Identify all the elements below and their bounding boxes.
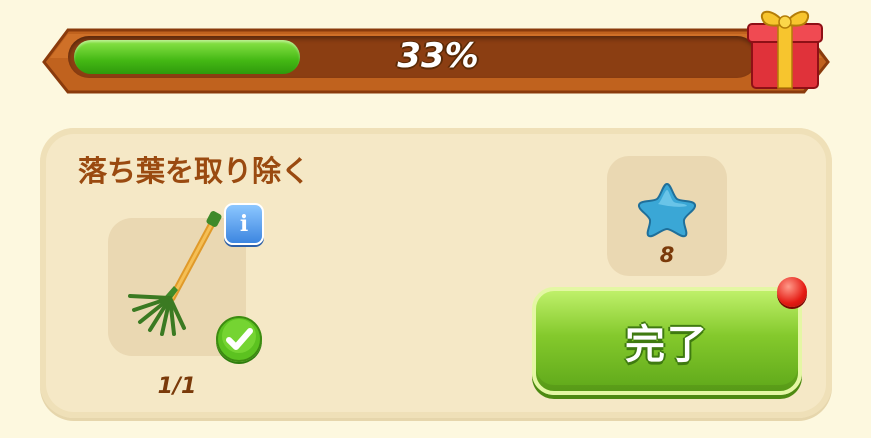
progress-percent: 33% bbox=[397, 36, 479, 76]
blue-star-icon bbox=[638, 182, 696, 238]
notification-dot bbox=[777, 277, 807, 307]
checkmark-icon bbox=[216, 316, 262, 362]
info-button[interactable]: i bbox=[224, 203, 264, 245]
info-icon: i bbox=[239, 211, 249, 237]
complete-button-label: 完了 bbox=[625, 322, 709, 368]
rake-icon bbox=[128, 211, 222, 336]
tool-progress-count: 1/1 bbox=[157, 374, 197, 399]
reward-amount: 8 bbox=[659, 243, 675, 267]
gift-box-icon[interactable] bbox=[742, 0, 828, 92]
task-title: 落ち葉を取り除く bbox=[78, 154, 311, 188]
